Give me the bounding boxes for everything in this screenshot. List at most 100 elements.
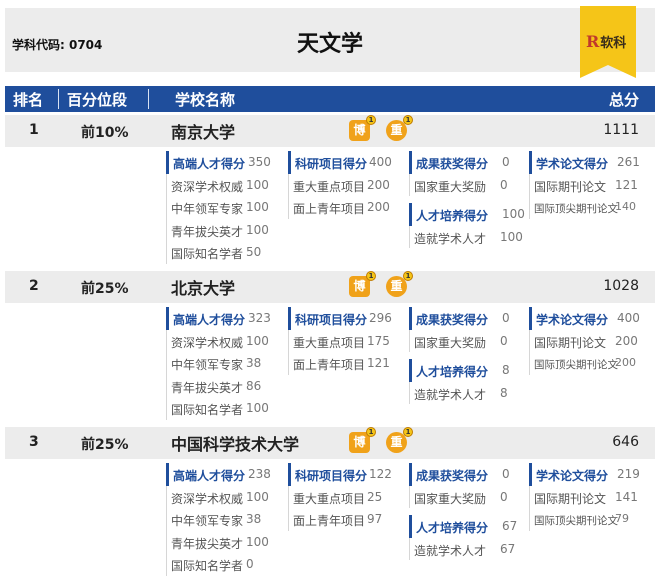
papers-item-value: 141 [615, 489, 638, 504]
school-rank: 3 [29, 434, 39, 450]
talent-label: 高端人才得分 [173, 157, 246, 171]
research-item-value: 175 [367, 333, 390, 348]
school-band: 2 前25% 北京大学 博 1 重 1 1028 [5, 271, 655, 303]
research-column: 科研项目得分 122 重大重点项目 25 面上青年项目 97 [288, 463, 398, 531]
research-column: 科研项目得分 400 重大重点项目 200 面上青年项目 200 [288, 151, 398, 219]
papers-item-label: 国际顶尖期刊论文 [534, 203, 618, 215]
school-name: 南京大学 [171, 123, 236, 142]
training-label: 人才培养得分 [416, 521, 489, 535]
talent-item-label: 资深学术权威 [171, 179, 244, 194]
talent-item-label: 中年领军专家 [171, 358, 244, 372]
research-score-value: 400 [369, 155, 392, 169]
papers-item-label: 国际期刊论文 [534, 491, 607, 506]
research-label: 科研项目得分 [295, 469, 368, 483]
papers-column: 学术论文得分 261 国际期刊论文 121 国际顶尖期刊论文 140 [529, 151, 640, 219]
talent-item-label: 中年领军专家 [171, 514, 244, 528]
badge-dot: 1 [366, 271, 376, 281]
award-score-value: 0 [502, 467, 510, 481]
award-item: 国家重大奖励 0 [409, 485, 513, 508]
award-item-label: 国家重大奖励 [414, 179, 487, 194]
doctoral-badge-icon: 博1 [349, 427, 376, 453]
school-rank: 1 [29, 122, 39, 138]
table-header: 排名 百分位段 学校名称 总分 [5, 86, 655, 112]
training-score-value: 100 [502, 207, 525, 221]
papers-item-value: 121 [615, 177, 638, 192]
badge-dot: 1 [403, 427, 413, 437]
research-item-label: 重大重点项目 [293, 491, 366, 506]
papers-item-label: 国际顶尖期刊论文 [534, 359, 618, 371]
papers-score-value: 400 [617, 311, 640, 325]
school-name: 北京大学 [171, 279, 236, 298]
award-training-column: 成果获奖得分 0 国家重大奖励 0 人才培养得分 67 造就学术人才 67 [409, 463, 517, 560]
talent-item-label: 青年拔尖英才 [171, 536, 244, 551]
papers-item-value: 200 [615, 333, 638, 348]
talent-item-value: 38 [246, 356, 262, 370]
talent-score: 高端人才得分 323 [166, 307, 271, 330]
award-item: 国家重大奖励 0 [409, 329, 513, 352]
training-score: 人才培养得分 100 [409, 203, 525, 226]
papers-label: 学术论文得分 [536, 469, 609, 483]
papers-item: 国际顶尖期刊论文 200 [529, 352, 639, 375]
award-score-value: 0 [502, 155, 510, 169]
award-training-column: 成果获奖得分 0 国家重大奖励 0 人才培养得分 100 造就学术人才 100 [409, 151, 525, 248]
talent-column: 高端人才得分 323 资深学术权威 100 中年领军专家 38 青年拔尖英才 86 国际知名学者… [166, 307, 271, 420]
header-rank: 排名 [13, 91, 44, 109]
award-score: 成果获奖得分 0 [409, 463, 513, 486]
research-score-value: 122 [369, 467, 392, 481]
talent-column: 高端人才得分 350 资深学术权威 100 中年领军专家 100 青年拔尖英才 100 国际知名… [166, 151, 271, 264]
research-score: 科研项目得分 122 [288, 463, 398, 486]
papers-item-value: 140 [615, 200, 636, 213]
research-column: 科研项目得分 296 重大重点项目 175 面上青年项目 121 [288, 307, 398, 375]
school-band: 1 前10% 南京大学 博 1 重 1 1111 [5, 115, 655, 147]
key-discipline-badge-icon: 重1 [386, 115, 413, 141]
talent-score: 高端人才得分 238 [166, 463, 271, 486]
award-item-value: 0 [500, 177, 508, 192]
award-item-value: 0 [500, 489, 508, 504]
papers-item: 国际期刊论文 200 [529, 329, 639, 352]
training-label: 人才培养得分 [416, 365, 489, 379]
papers-score: 学术论文得分 261 [529, 151, 640, 174]
research-item-label: 重大重点项目 [293, 335, 366, 350]
training-item: 造就学术人才 67 [409, 537, 515, 560]
talent-score: 高端人才得分 350 [166, 151, 271, 174]
research-item-value: 200 [367, 177, 390, 192]
ruanke-logo: R软科 [586, 32, 626, 51]
school-band: 3 前25% 中国科学技术大学 博 1 重 1 646 [5, 427, 655, 459]
school-total: 1028 [603, 278, 639, 294]
papers-item: 国际顶尖期刊论文 140 [529, 196, 639, 219]
research-item: 面上青年项目 200 [288, 196, 398, 219]
papers-item: 国际期刊论文 141 [529, 485, 639, 508]
school-total: 1111 [603, 122, 639, 138]
papers-item-label: 国际期刊论文 [534, 335, 607, 350]
talent-item: 青年拔尖英才 86 [166, 374, 270, 397]
research-item-label: 面上青年项目 [293, 358, 366, 372]
doctoral-badge-icon: 博1 [349, 271, 376, 297]
research-item-value: 200 [367, 200, 390, 214]
talent-item: 资深学术权威 100 [166, 329, 270, 352]
papers-item: 国际期刊论文 121 [529, 173, 639, 196]
badge-dot: 1 [366, 427, 376, 437]
talent-column: 高端人才得分 238 资深学术权威 100 中年领军专家 38 青年拔尖英才 100 国际知名学… [166, 463, 271, 576]
research-score: 科研项目得分 296 [288, 307, 398, 330]
school-rank: 2 [29, 278, 39, 294]
training-item: 造就学术人才 100 [409, 225, 523, 248]
header-total: 总分 [608, 91, 639, 109]
training-label: 人才培养得分 [416, 209, 489, 223]
page-title: 天文学 [296, 32, 363, 57]
award-training-column: 成果获奖得分 0 国家重大奖励 0 人才培养得分 8 造就学术人才 8 [409, 307, 513, 404]
talent-item-label: 资深学术权威 [171, 335, 244, 350]
talent-item-value: 86 [246, 378, 262, 393]
talent-item-label: 青年拔尖英才 [171, 380, 244, 395]
talent-item: 国际知名学者 100 [166, 397, 270, 420]
talent-item-value: 100 [246, 333, 269, 348]
research-item-label: 面上青年项目 [293, 514, 366, 528]
training-score: 人才培养得分 8 [409, 359, 513, 382]
logo-text: 软科 [600, 36, 627, 51]
talent-item: 青年拔尖英才 100 [166, 218, 270, 241]
papers-item-value: 200 [615, 356, 636, 369]
research-item: 重大重点项目 25 [288, 485, 398, 508]
award-item-label: 国家重大奖励 [414, 491, 487, 506]
school-percentile: 前25% [81, 281, 129, 297]
header-percentile: 百分位段 [67, 91, 128, 109]
research-item: 重大重点项目 175 [288, 329, 398, 352]
